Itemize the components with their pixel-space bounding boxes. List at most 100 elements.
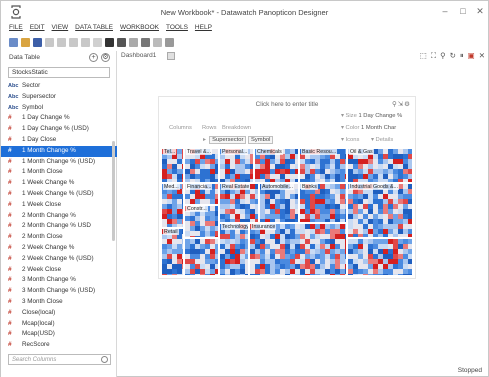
close-tab-icon[interactable]: ✕ — [479, 51, 485, 61]
menu-tools[interactable]: TOOLS — [166, 24, 188, 34]
new-workbook-icon[interactable] — [9, 37, 18, 47]
treemap-group[interactable]: Automobile... — [259, 183, 299, 223]
pause-icon[interactable]: ⏸ — [460, 51, 464, 61]
menu-help[interactable]: HELP — [195, 24, 212, 34]
treemap-group[interactable]: Industrial Goods &... — [347, 183, 413, 238]
column-item[interactable]: Abc Sector — [1, 81, 117, 92]
minimize-icon[interactable]: – — [438, 6, 452, 16]
redo-icon[interactable] — [129, 37, 138, 47]
search-columns-input[interactable]: Search Columns — [8, 354, 111, 365]
column-item[interactable]: #1 Day Close — [1, 135, 117, 146]
column-item[interactable]: #1 Week Close — [1, 200, 117, 211]
treemap-tile[interactable] — [215, 274, 218, 275]
color-shelf[interactable]: ▾ Color 1 Month Char — [341, 125, 396, 131]
gear-icon[interactable]: ⚙ — [101, 53, 110, 62]
column-item[interactable]: #3 Month Change % — [1, 275, 117, 286]
search-icon[interactable] — [101, 356, 108, 363]
treemap-group[interactable] — [347, 238, 413, 276]
filter-icon[interactable] — [165, 37, 174, 47]
column-item[interactable]: Abc Supersector — [1, 92, 117, 103]
treemap-group[interactable]: Chemicals — [254, 148, 299, 183]
treemap-group[interactable]: Insurance — [249, 223, 347, 276]
data-table-select[interactable]: StocksStatic — [8, 67, 110, 78]
export-icon[interactable]: ▣ — [468, 51, 475, 61]
column-item[interactable]: #3 Month Close — [1, 297, 117, 308]
numeric-column-icon: # — [8, 341, 12, 349]
delete-icon[interactable] — [81, 37, 90, 47]
copy-icon[interactable] — [57, 37, 66, 47]
breakdown-symbol[interactable]: Symbol — [248, 136, 274, 144]
column-item[interactable]: # RecScore — [1, 340, 117, 351]
zoom-icon[interactable]: ⚲ — [440, 51, 446, 61]
rows-shelf[interactable]: Rows — [202, 125, 217, 131]
menu-view[interactable]: VIEW — [52, 24, 69, 34]
column-item[interactable]: Abc Symbol — [1, 103, 117, 114]
add-icon[interactable]: + — [89, 53, 98, 62]
print-icon[interactable] — [141, 37, 150, 47]
treemap-group[interactable]: Tel... — [161, 148, 184, 183]
menu-edit[interactable]: EDIT — [30, 24, 45, 34]
settings-icon[interactable]: ⚙ — [404, 101, 411, 108]
paste-icon[interactable] — [69, 37, 78, 47]
cut-icon[interactable] — [45, 37, 54, 47]
select-icon[interactable]: ⬚ — [420, 51, 427, 61]
column-item[interactable]: # Mcap(USD) — [1, 329, 117, 340]
column-item[interactable]: #2 Month Close — [1, 232, 117, 243]
column-item[interactable]: # Close(local) — [1, 308, 117, 319]
column-item[interactable]: #1 Week Change % — [1, 178, 117, 189]
treemap-group[interactable]: Technology — [219, 223, 249, 276]
treemap-group[interactable]: Personal... — [219, 148, 254, 183]
column-item[interactable]: #2 Month Change % USD — [1, 221, 117, 232]
column-item[interactable]: #1 Week Change % (USD) — [1, 189, 117, 200]
details-shelf[interactable]: ▾ Details — [371, 137, 393, 143]
column-item[interactable]: #1 Month Change % — [1, 145, 117, 157]
column-item[interactable]: # Mcap(local) — [1, 319, 117, 330]
scrollbar-thumb[interactable] — [112, 141, 115, 241]
save-icon[interactable] — [33, 37, 42, 47]
open-icon[interactable] — [21, 37, 30, 47]
column-item[interactable]: #1 Month Change % (USD) — [1, 157, 117, 168]
menu-file[interactable]: FILE — [9, 24, 23, 34]
duplicate-icon[interactable] — [93, 37, 102, 47]
breakdown-supersector[interactable]: Supersector — [209, 136, 247, 144]
treemap-group[interactable]: Oil & Gas — [347, 148, 413, 183]
column-item[interactable]: #3 Month Change % (USD) — [1, 286, 117, 297]
columns-shelf[interactable]: Columns — [169, 125, 192, 131]
fit-icon[interactable]: ⛶ — [431, 51, 436, 61]
treemap-tile[interactable] — [408, 274, 412, 275]
menu-data-table[interactable]: DATA TABLE — [75, 24, 113, 34]
treemap-group[interactable]: Constr... — [184, 205, 219, 238]
treemap-group[interactable] — [184, 238, 219, 276]
column-item[interactable]: #1 Day Change % — [1, 113, 117, 124]
treemap-group[interactable]: Basic Resou... — [299, 148, 347, 183]
treemap-group[interactable]: Travel &... — [184, 148, 219, 183]
column-item[interactable]: #2 Week Change % — [1, 243, 117, 254]
treemap-group[interactable]: Real Estate — [219, 183, 259, 223]
visualization-title[interactable]: Click here to enter title — [159, 101, 415, 108]
treemap-group[interactable]: Banks — [299, 183, 347, 223]
formula-icon[interactable] — [105, 37, 114, 47]
treemap-area[interactable]: Tel... Travel &... Personal... Chemicals Bas… — [161, 148, 413, 276]
undo-icon[interactable] — [117, 37, 126, 47]
treemap-visualization[interactable]: Click here to enter title ⚲⇲⚙ ▾ Size 1 D… — [158, 96, 416, 279]
icons-shelf[interactable]: ▾ Icons — [341, 137, 359, 143]
treemap-group[interactable]: Retail — [161, 228, 184, 276]
menu-workbook[interactable]: WORKBOOK — [120, 24, 159, 34]
refresh-icon[interactable]: ↻ — [450, 51, 456, 61]
column-list-scrollbar[interactable] — [111, 81, 116, 363]
size-shelf[interactable]: ▾ Size 1 Day Change % — [341, 113, 402, 119]
column-item[interactable]: #2 Week Close — [1, 265, 117, 276]
maximize-icon[interactable]: □ — [456, 6, 470, 16]
close-icon[interactable]: ✕ — [473, 6, 487, 17]
column-list[interactable]: Abc Sector Abc Supersector Abc Symbol #1 Day C… — [1, 81, 117, 363]
column-item[interactable]: #1 Day Change % (USD) — [1, 124, 117, 135]
column-item[interactable]: #2 Week Change % (USD) — [1, 254, 117, 265]
tab-dashboard1[interactable]: Dashboard1 — [121, 52, 156, 59]
add-dashboard-icon[interactable] — [167, 52, 175, 60]
breakdown-shelf[interactable]: Breakdown — [222, 125, 251, 131]
treemap-group[interactable]: Med... — [161, 183, 184, 228]
column-item[interactable]: #2 Month Change % — [1, 211, 117, 222]
layout-icon[interactable] — [153, 37, 162, 47]
column-item[interactable]: #1 Month Close — [1, 167, 117, 178]
treemap-group[interactable]: Financia... — [184, 183, 219, 205]
